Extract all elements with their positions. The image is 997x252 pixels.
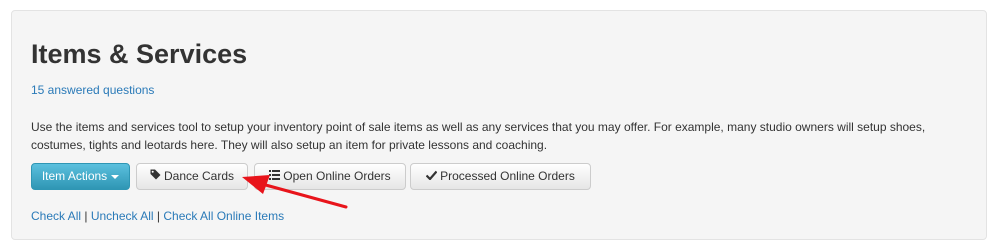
uncheck-all-link[interactable]: Uncheck All xyxy=(91,209,154,223)
page-description: Use the items and services tool to setup… xyxy=(31,120,926,152)
page-title: Items & Services xyxy=(31,39,248,69)
link-separator: | xyxy=(84,209,88,223)
check-all-link[interactable]: Check All xyxy=(31,209,81,223)
link-separator: | xyxy=(156,209,161,223)
check-all-online-items-link[interactable]: Check All Online Items xyxy=(163,209,284,223)
caret-down-icon xyxy=(111,174,120,179)
list-icon xyxy=(269,164,281,189)
item-actions-button[interactable]: Item Actions xyxy=(31,163,130,190)
open-online-orders-label: Open Online Orders xyxy=(283,169,391,183)
processed-online-orders-label: Processed Online Orders xyxy=(440,169,575,183)
item-actions-label: Item Actions xyxy=(41,169,108,183)
tag-icon xyxy=(150,164,161,189)
dance-cards-button[interactable]: Dance Cards xyxy=(136,163,248,190)
dance-cards-label: Dance Cards xyxy=(163,169,235,183)
items-services-panel: Items & Services 15 answered questions U… xyxy=(11,10,987,240)
answered-questions-link[interactable]: 15 answered questions xyxy=(31,82,154,98)
processed-online-orders-button[interactable]: Processed Online Orders xyxy=(410,163,591,190)
selection-links: Check All | Uncheck All | Check All Onli… xyxy=(31,208,284,224)
checkmark-icon xyxy=(425,164,438,189)
open-online-orders-button[interactable]: Open Online Orders xyxy=(254,163,406,190)
